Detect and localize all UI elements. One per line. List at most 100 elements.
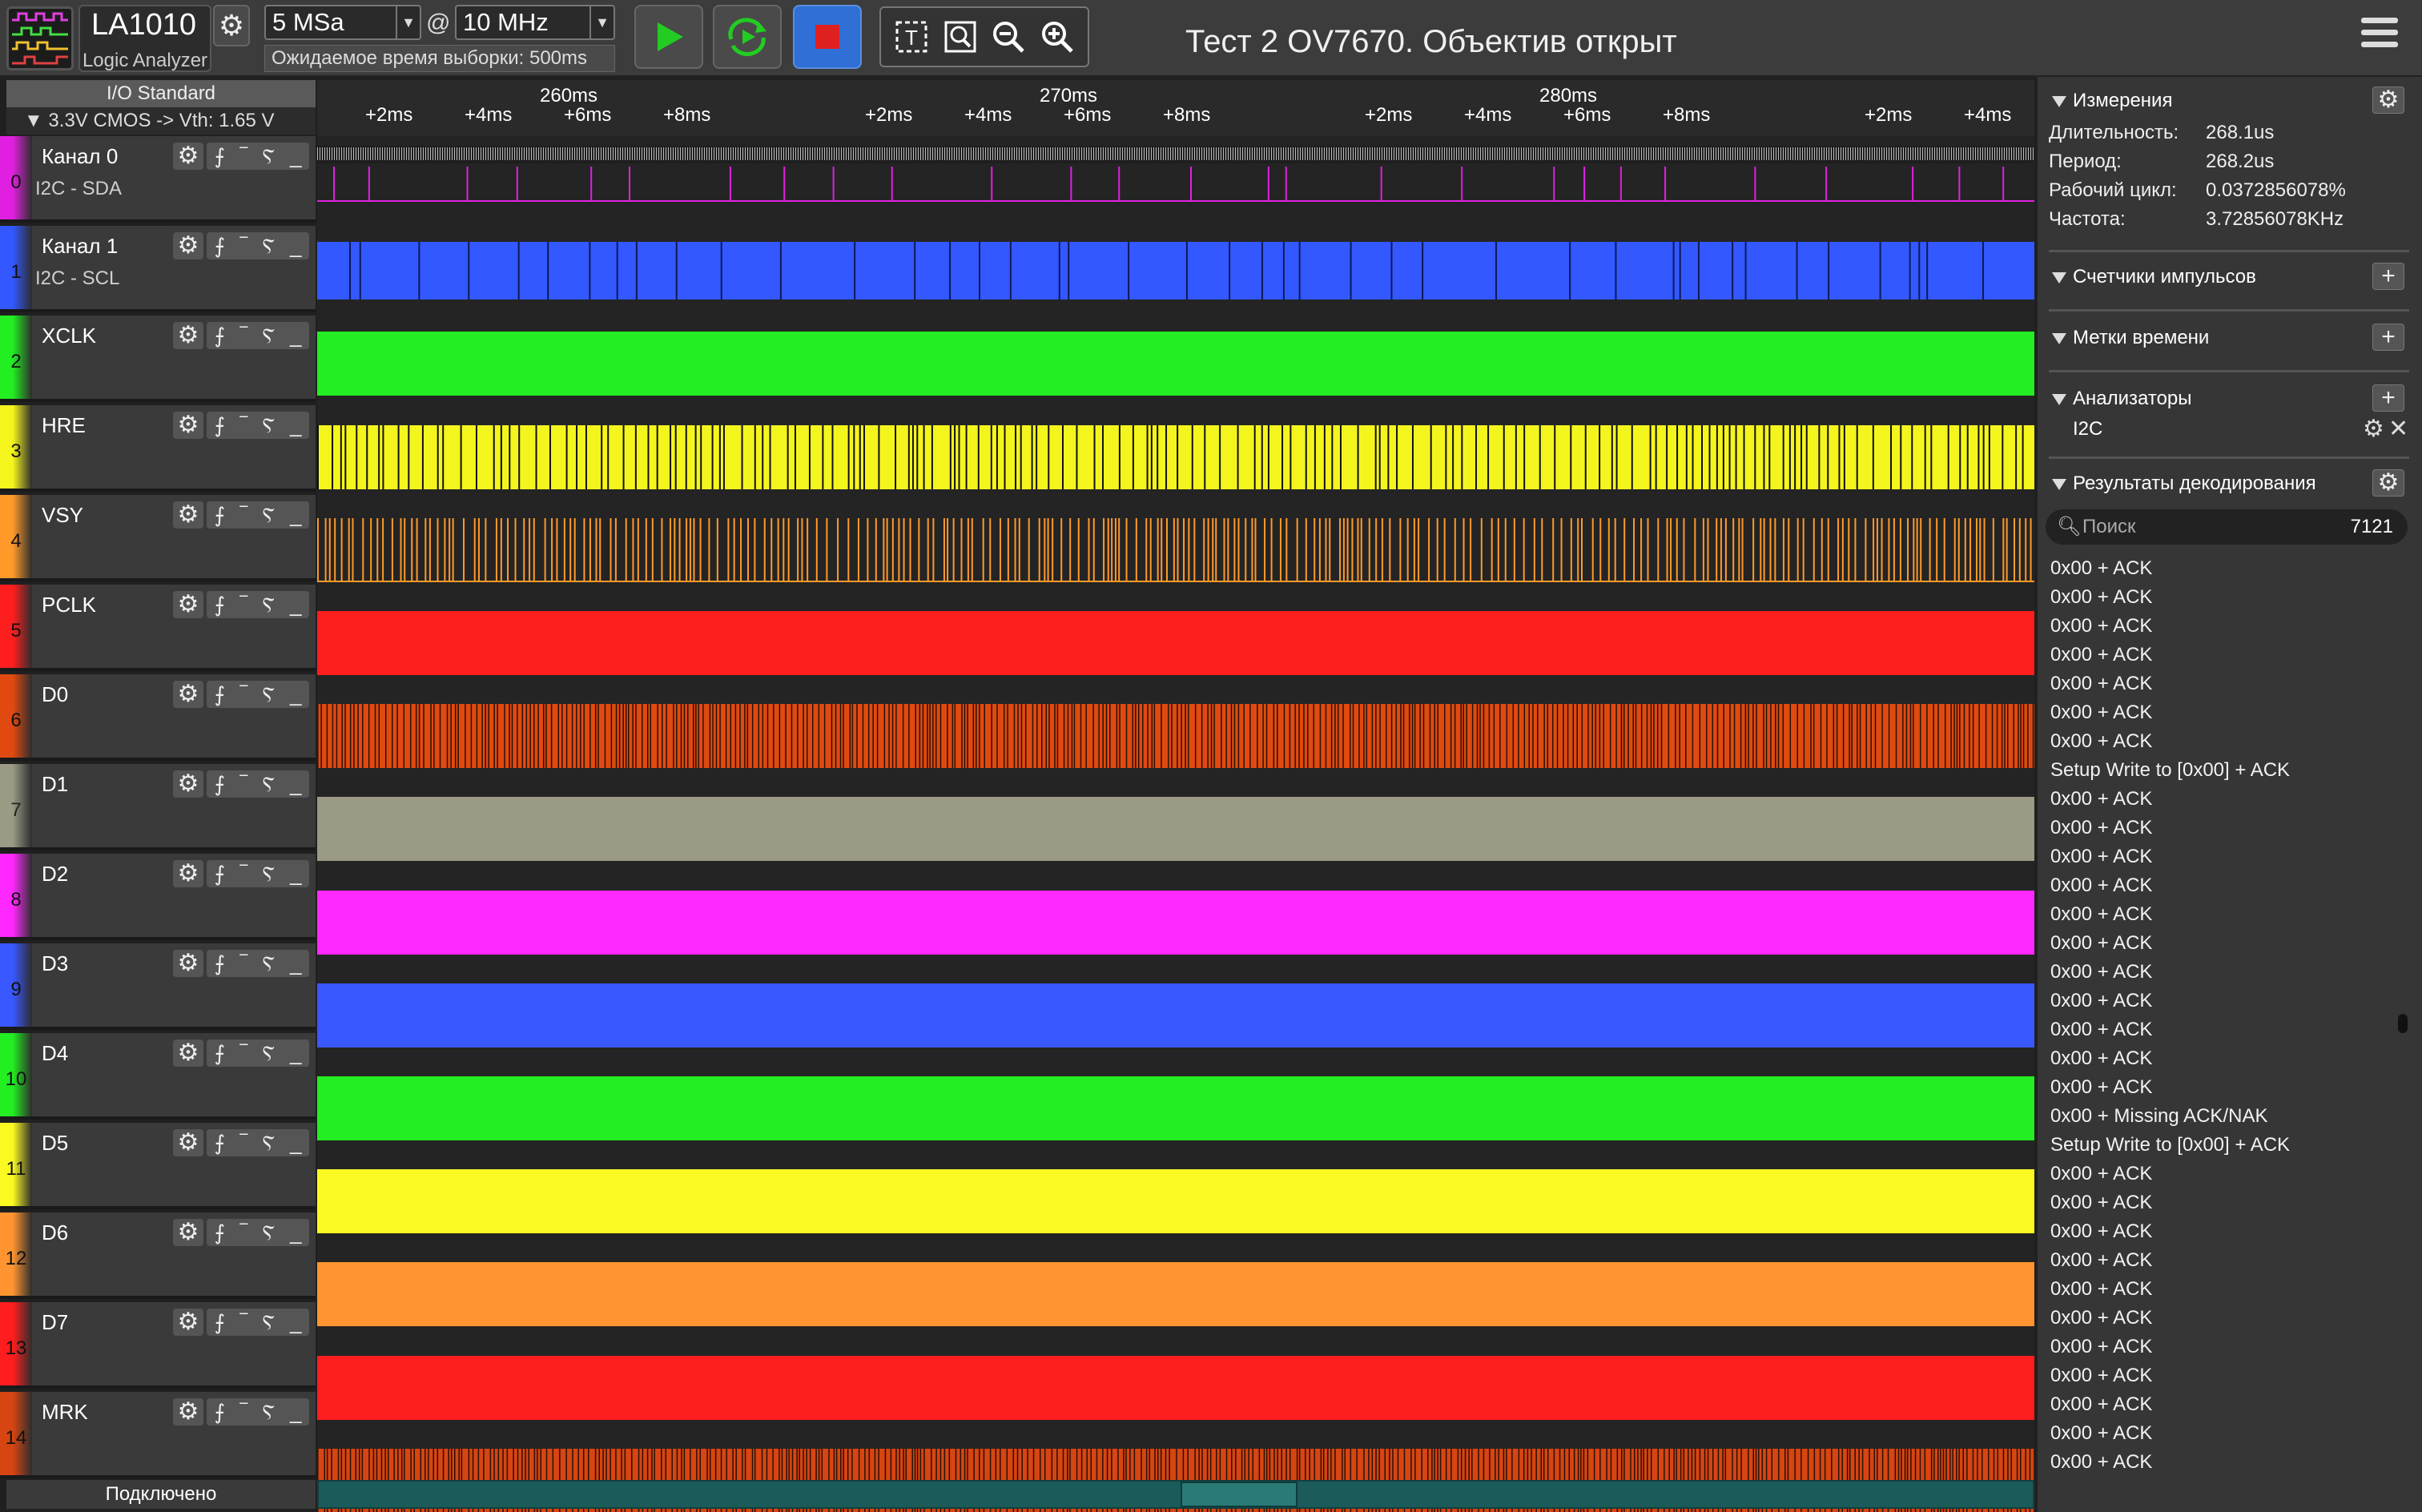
- decode-result-item[interactable]: 0x00 + ACK: [2050, 612, 2403, 641]
- channel-trigger-selector[interactable]: ⨍ ‾ Ⲋ _: [207, 860, 309, 887]
- channel-row[interactable]: 11 D5 ⚙ ⨍ ‾ Ⲋ _: [0, 1123, 316, 1209]
- timeline-scroll-thumb[interactable]: [1181, 1482, 1298, 1507]
- low-level-icon[interactable]: _: [290, 770, 301, 798]
- channel-name[interactable]: D4: [42, 1041, 68, 1066]
- decode-result-item[interactable]: 0x00 + ACK: [2050, 785, 2403, 814]
- channel-name[interactable]: D0: [42, 682, 68, 707]
- channel-trigger-selector[interactable]: ⨍ ‾ Ⲋ _: [207, 232, 309, 259]
- decode-result-item[interactable]: 0x00 + ACK: [2050, 871, 2403, 900]
- channel-waveform[interactable]: [317, 1169, 2034, 1234]
- channel-trigger-selector[interactable]: ⨍ ‾ Ⲋ _: [207, 1398, 309, 1426]
- channel-waveform[interactable]: [317, 239, 2034, 303]
- low-level-icon[interactable]: _: [290, 1398, 301, 1426]
- channel-name[interactable]: MRK: [42, 1400, 88, 1425]
- high-level-icon[interactable]: ‾: [240, 591, 247, 618]
- decode-results-list[interactable]: 0x00 + ACK 0x00 + ACK 0x00 + ACK 0x00 + ACK…: [2050, 554, 2403, 1507]
- sample-count-select[interactable]: 5 MSa ▼: [264, 5, 421, 40]
- channel-row[interactable]: 6 D0 ⚙ ⨍ ‾ Ⲋ _: [0, 674, 316, 761]
- channel-settings-gear-icon[interactable]: ⚙: [173, 681, 203, 708]
- device-settings-gear-icon[interactable]: ⚙: [213, 5, 250, 46]
- channel-waveform[interactable]: [317, 332, 2034, 396]
- channel-trigger-selector[interactable]: ⨍ ‾ Ⲋ _: [207, 1040, 309, 1067]
- decode-results-settings-gear-icon[interactable]: ⚙: [2372, 469, 2404, 497]
- channel-row[interactable]: 0 Канал 0 I2C - SDA ⚙ ⨍ ‾ Ⲋ _: [0, 136, 316, 223]
- rising-edge-icon[interactable]: ⨍: [214, 412, 225, 439]
- channel-settings-gear-icon[interactable]: ⚙: [173, 232, 203, 259]
- rising-edge-icon[interactable]: ⨍: [214, 501, 225, 529]
- channel-settings-gear-icon[interactable]: ⚙: [173, 1219, 203, 1246]
- sample-rate-select[interactable]: 10 MHz ▼: [455, 5, 615, 40]
- decode-result-item[interactable]: 0x00 + ACK: [2050, 1361, 2403, 1390]
- decode-result-item[interactable]: 0x00 + ACK: [2050, 1188, 2403, 1217]
- channel-row[interactable]: 5 PCLK ⚙ ⨍ ‾ Ⲋ _: [0, 585, 316, 671]
- channel-trigger-selector[interactable]: ⨍ ‾ Ⲋ _: [207, 501, 309, 529]
- channel-trigger-selector[interactable]: ⨍ ‾ Ⲋ _: [207, 681, 309, 708]
- channel-waveform[interactable]: [317, 890, 2034, 955]
- measurements-settings-gear-icon[interactable]: ⚙: [2372, 86, 2404, 114]
- channel-settings-gear-icon[interactable]: ⚙: [173, 591, 203, 618]
- channel-trigger-selector[interactable]: ⨍ ‾ Ⲋ _: [207, 1309, 309, 1336]
- high-level-icon[interactable]: ‾: [240, 1219, 247, 1246]
- falling-edge-icon[interactable]: Ⲋ: [263, 1040, 275, 1067]
- add-timestamp-plus-icon[interactable]: +: [2372, 324, 2404, 351]
- repeat-start-button[interactable]: [713, 5, 782, 69]
- channel-trigger-selector[interactable]: ⨍ ‾ Ⲋ _: [207, 1129, 309, 1156]
- rising-edge-icon[interactable]: ⨍: [214, 1309, 225, 1336]
- decode-result-item[interactable]: 0x00 + ACK: [2050, 1160, 2403, 1188]
- decode-result-item[interactable]: 0x00 + ACK: [2050, 1015, 2403, 1044]
- channel-row[interactable]: 10 D4 ⚙ ⨍ ‾ Ⲋ _: [0, 1033, 316, 1120]
- low-level-icon[interactable]: _: [290, 412, 301, 439]
- decode-result-item[interactable]: 0x00 + ACK: [2050, 554, 2403, 583]
- channel-name[interactable]: Канал 1: [42, 234, 118, 259]
- zoom-area-tool-icon[interactable]: [939, 16, 981, 58]
- falling-edge-icon[interactable]: Ⲋ: [263, 681, 275, 708]
- low-level-icon[interactable]: _: [290, 322, 301, 349]
- rising-edge-icon[interactable]: ⨍: [214, 860, 225, 887]
- decode-result-item[interactable]: Setup Write to [0x00] + ACK: [2050, 1131, 2403, 1160]
- results-scrollbar-thumb[interactable]: [2398, 1014, 2408, 1033]
- high-level-icon[interactable]: ‾: [240, 501, 247, 529]
- channel-waveform[interactable]: [317, 1355, 2034, 1420]
- decode-result-item[interactable]: 0x00 + ACK: [2050, 1390, 2403, 1419]
- channel-name[interactable]: HRE: [42, 413, 86, 438]
- timestamps-header[interactable]: Метки времени: [2049, 322, 2409, 354]
- channel-name[interactable]: Канал 0: [42, 144, 118, 169]
- channel-row[interactable]: 14 MRK ⚙ ⨍ ‾ Ⲋ _: [0, 1392, 316, 1478]
- channel-trigger-selector[interactable]: ⨍ ‾ Ⲋ _: [207, 950, 309, 977]
- falling-edge-icon[interactable]: Ⲋ: [263, 860, 275, 887]
- falling-edge-icon[interactable]: Ⲋ: [263, 1129, 275, 1156]
- rising-edge-icon[interactable]: ⨍: [214, 322, 225, 349]
- rising-edge-icon[interactable]: ⨍: [214, 770, 225, 798]
- decode-result-item[interactable]: 0x00 + ACK: [2050, 1073, 2403, 1102]
- channel-settings-gear-icon[interactable]: ⚙: [173, 1309, 203, 1336]
- falling-edge-icon[interactable]: Ⲋ: [263, 1398, 275, 1426]
- decode-result-item[interactable]: 0x00 + ACK: [2050, 583, 2403, 612]
- channel-name[interactable]: XCLK: [42, 324, 96, 348]
- channel-settings-gear-icon[interactable]: ⚙: [173, 412, 203, 439]
- channel-trigger-selector[interactable]: ⨍ ‾ Ⲋ _: [207, 591, 309, 618]
- rising-edge-icon[interactable]: ⨍: [214, 950, 225, 977]
- high-level-icon[interactable]: ‾: [240, 860, 247, 887]
- decode-result-item[interactable]: 0x00 + Missing ACK/NAK: [2050, 1102, 2403, 1131]
- channel-waveform[interactable]: [317, 611, 2034, 675]
- rising-edge-icon[interactable]: ⨍: [214, 1398, 225, 1426]
- rising-edge-icon[interactable]: ⨍: [214, 1219, 225, 1246]
- channel-settings-gear-icon[interactable]: ⚙: [173, 860, 203, 887]
- channel-name[interactable]: D2: [42, 862, 68, 887]
- low-level-icon[interactable]: _: [290, 1309, 301, 1336]
- channel-name[interactable]: D1: [42, 772, 68, 797]
- decode-result-item[interactable]: 0x00 + ACK: [2050, 1044, 2403, 1073]
- high-level-icon[interactable]: ‾: [240, 143, 247, 170]
- channel-waveform[interactable]: [317, 797, 2034, 862]
- io-standard-select[interactable]: ▼ 3.3V CMOS -> Vth: 1.65 V: [6, 107, 316, 135]
- low-level-icon[interactable]: _: [290, 950, 301, 977]
- channel-name[interactable]: D5: [42, 1131, 68, 1156]
- high-level-icon[interactable]: ‾: [240, 950, 247, 977]
- low-level-icon[interactable]: _: [290, 1219, 301, 1246]
- low-level-icon[interactable]: _: [290, 1129, 301, 1156]
- falling-edge-icon[interactable]: Ⲋ: [263, 143, 275, 170]
- channel-trigger-selector[interactable]: ⨍ ‾ Ⲋ _: [207, 770, 309, 798]
- falling-edge-icon[interactable]: Ⲋ: [263, 412, 275, 439]
- falling-edge-icon[interactable]: Ⲋ: [263, 1219, 275, 1246]
- decode-result-item[interactable]: 0x00 + ACK: [2050, 1304, 2403, 1333]
